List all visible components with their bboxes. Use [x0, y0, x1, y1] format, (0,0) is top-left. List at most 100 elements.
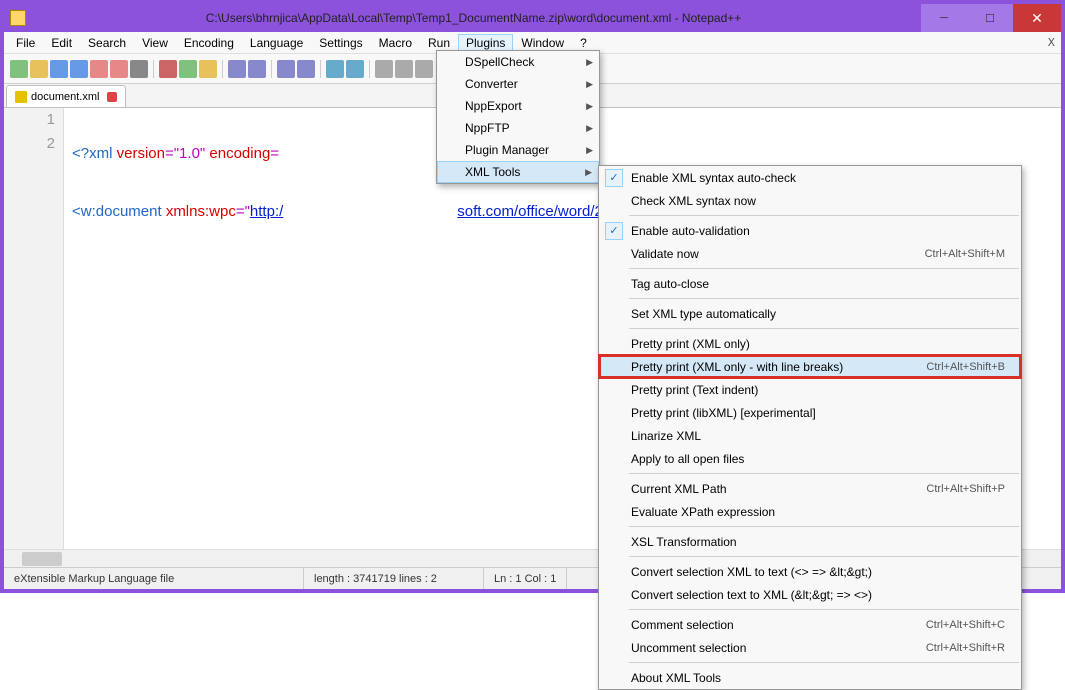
menu-separator	[629, 215, 1019, 216]
scroll-thumb[interactable]	[22, 552, 62, 566]
saveall-icon[interactable]	[70, 60, 88, 78]
line-gutter: 1 2	[4, 108, 64, 549]
plugins-item-plugin-manager[interactable]: Plugin Manager▶	[437, 139, 599, 161]
xmltools-tag-auto-close[interactable]: Tag auto-close	[599, 272, 1021, 295]
xmltools-linarize-xml[interactable]: Linarize XML	[599, 424, 1021, 447]
xmltools-convert-selection-xml-to-text-[interactable]: Convert selection XML to text (<> => &lt…	[599, 560, 1021, 583]
menu-macro[interactable]: Macro	[371, 34, 420, 52]
toolbar-separator	[320, 60, 321, 78]
menu-view[interactable]: View	[134, 34, 176, 52]
menu-label: Pretty print (XML only)	[631, 337, 750, 351]
new-icon[interactable]	[10, 60, 28, 78]
xmltools-current-xml-path[interactable]: Current XML PathCtrl+Alt+Shift+P	[599, 477, 1021, 500]
replace-icon[interactable]	[297, 60, 315, 78]
xmltools-set-xml-type-automatically[interactable]: Set XML type automatically	[599, 302, 1021, 325]
xmltools-xsl-transformation[interactable]: XSL Transformation	[599, 530, 1021, 553]
copy-icon[interactable]	[179, 60, 197, 78]
xmltools-check-xml-syntax-now[interactable]: Check XML syntax now	[599, 189, 1021, 212]
shortcut-text: Ctrl+Alt+Shift+B	[926, 361, 1011, 373]
zoomout-icon[interactable]	[346, 60, 364, 78]
xmltools-pretty-print-libxml-experiment[interactable]: Pretty print (libXML) [experimental]	[599, 401, 1021, 424]
menu-search[interactable]: Search	[80, 34, 134, 52]
xmltools-validate-now[interactable]: Validate nowCtrl+Alt+Shift+M	[599, 242, 1021, 265]
menu-settings[interactable]: Settings	[311, 34, 370, 52]
menu-window[interactable]: Window	[513, 34, 572, 52]
menu-label: Current XML Path	[631, 482, 727, 496]
paste-icon[interactable]	[199, 60, 217, 78]
menu-label: About XML Tools	[631, 671, 721, 685]
menu-label: Linarize XML	[631, 429, 701, 443]
xmltools-about-xml-tools[interactable]: About XML Tools	[599, 666, 1021, 689]
xmltools-comment-selection[interactable]: Comment selection Ctrl+Alt+Shift+C	[599, 613, 1021, 636]
shortcut-text: Ctrl+Alt+Shift+R	[926, 642, 1011, 654]
menu-label: Check XML syntax now	[631, 194, 756, 208]
status-pos: Ln : 1 Col : 1	[484, 568, 567, 589]
line-number: 1	[4, 108, 55, 132]
closeall-icon[interactable]	[110, 60, 128, 78]
plugins-item-converter[interactable]: Converter▶	[437, 73, 599, 95]
menu-label: XSL Transformation	[631, 535, 737, 549]
xml-decl: <?xml	[72, 145, 117, 162]
shortcut-text: Ctrl+Alt+Shift+C	[926, 619, 1011, 631]
plugins-item-xml-tools[interactable]: XML Tools▶	[437, 161, 599, 183]
redo-icon[interactable]	[248, 60, 266, 78]
url: http:/	[250, 203, 283, 220]
xmltools-uncomment-selection[interactable]: Uncomment selection Ctrl+Alt+Shift+R	[599, 636, 1021, 659]
tab-close-icon[interactable]	[107, 92, 117, 102]
menu-?[interactable]: ?	[572, 34, 595, 52]
indent-icon[interactable]	[415, 60, 433, 78]
menu-run[interactable]: Run	[420, 34, 458, 52]
xmltools-apply-to-all-open-files[interactable]: Apply to all open files	[599, 447, 1021, 470]
xmltools-pretty-print-xml-only-with-lin[interactable]: Pretty print (XML only - with line break…	[599, 355, 1021, 378]
file-tab[interactable]: document.xml	[6, 85, 126, 107]
menu-plugins[interactable]: Plugins	[458, 34, 513, 52]
status-length: length : 3741719 lines : 2	[304, 568, 484, 589]
xmltools-pretty-print-xml-only-[interactable]: Pretty print (XML only)	[599, 332, 1021, 355]
str: =	[270, 145, 279, 162]
submenu-arrow-icon: ▶	[585, 167, 592, 178]
xmltools-enable-auto-validation[interactable]: Enable auto-validation✓	[599, 219, 1021, 242]
xmltools-enable-xml-syntax-auto-check[interactable]: Enable XML syntax auto-check✓	[599, 166, 1021, 189]
xmltools-convert-selection-text-to-xml-[interactable]: Convert selection text to XML (&lt;&gt; …	[599, 583, 1021, 606]
undo-icon[interactable]	[228, 60, 246, 78]
tag: <w:document	[72, 203, 166, 220]
menu-label: Uncomment selection	[631, 641, 746, 655]
toolbar-separator	[153, 60, 154, 78]
menu-label: Tag auto-close	[631, 277, 709, 291]
maximize-button[interactable]: ☐	[967, 4, 1013, 32]
menu-label: Enable XML syntax auto-check	[631, 171, 796, 185]
str: ="	[236, 203, 250, 220]
menu-label: Pretty print (libXML) [experimental]	[631, 406, 816, 420]
plugins-dropdown: DSpellCheck▶Converter▶NppExport▶NppFTP▶P…	[436, 50, 600, 184]
attr: xmlns:wpc	[166, 203, 236, 220]
zoomin-icon[interactable]	[326, 60, 344, 78]
menu-language[interactable]: Language	[242, 34, 311, 52]
plugins-item-nppexport[interactable]: NppExport▶	[437, 95, 599, 117]
menu-label: Convert selection XML to text (<> => &lt…	[631, 565, 872, 579]
plugins-item-nppftp[interactable]: NppFTP▶	[437, 117, 599, 139]
open-icon[interactable]	[30, 60, 48, 78]
save-icon[interactable]	[50, 60, 68, 78]
cut-icon[interactable]	[159, 60, 177, 78]
menu-separator	[629, 609, 1019, 610]
toolbar-separator	[271, 60, 272, 78]
menu-separator	[629, 268, 1019, 269]
titlebar[interactable]: C:\Users\bhrnjica\AppData\Local\Temp\Tem…	[4, 4, 1061, 32]
plugins-item-dspellcheck[interactable]: DSpellCheck▶	[437, 51, 599, 73]
menu-encoding[interactable]: Encoding	[176, 34, 242, 52]
xmltools-evaluate-xpath-expression[interactable]: Evaluate XPath expression	[599, 500, 1021, 523]
close-icon[interactable]	[90, 60, 108, 78]
menu-file[interactable]: File	[8, 34, 43, 52]
find-icon[interactable]	[277, 60, 295, 78]
close-button[interactable]: ✕	[1013, 4, 1061, 32]
chars-icon[interactable]	[395, 60, 413, 78]
wrap-icon[interactable]	[375, 60, 393, 78]
doc-close-icon[interactable]: X	[1048, 36, 1055, 50]
submenu-arrow-icon: ▶	[586, 123, 593, 134]
menu-edit[interactable]: Edit	[43, 34, 80, 52]
print-icon[interactable]	[130, 60, 148, 78]
menu-label: Pretty print (XML only - with line break…	[631, 360, 843, 374]
menu-label: Comment selection	[631, 618, 734, 632]
minimize-button[interactable]: ─	[921, 4, 967, 32]
xmltools-pretty-print-text-indent-[interactable]: Pretty print (Text indent)	[599, 378, 1021, 401]
